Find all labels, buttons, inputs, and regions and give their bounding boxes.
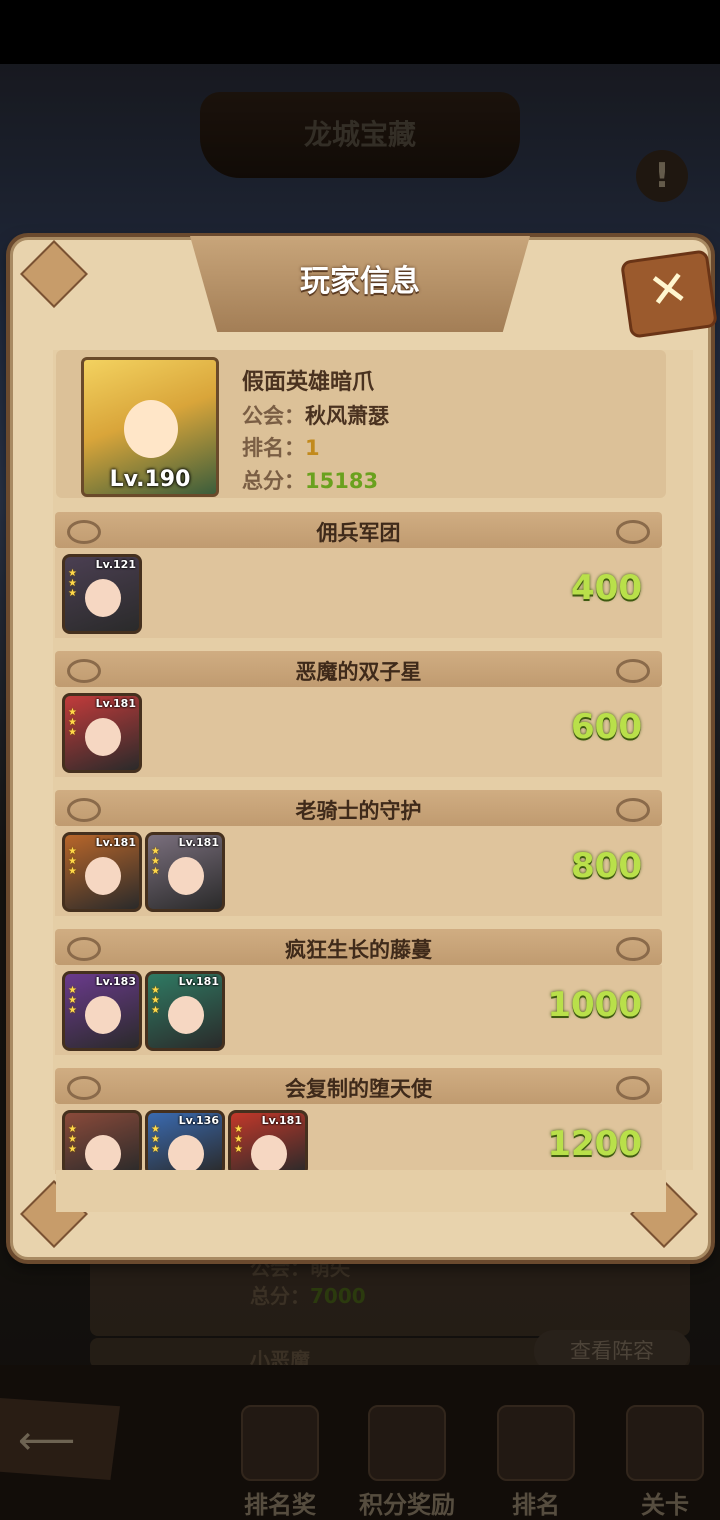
avatar-level: Lv.190 (109, 467, 191, 492)
star-icon: ★ ★ ★ (68, 846, 77, 877)
star-icon: ★ ★ ★ (68, 985, 77, 1016)
hero-portrait[interactable]: ★ ★ ★ Lv.183 (62, 971, 142, 1051)
hero-face (85, 996, 121, 1034)
player-name: 假面英雄暗爪 (242, 370, 375, 395)
hero-portrait[interactable]: ★ ★ ★ Lv.136 (145, 1110, 225, 1176)
hero-portrait[interactable]: ★ ★ ★ Lv.181 (228, 1110, 308, 1176)
star-icon: ★ ★ ★ (151, 846, 160, 877)
hero-level: Lv.181 (95, 697, 136, 710)
star-icon: ★ ★ ★ (68, 1124, 77, 1155)
star-icon: ★ ★ ★ (234, 1124, 243, 1155)
list-bottom-edge (56, 1170, 666, 1212)
hero-portrait[interactable]: ★ ★ ★ Lv.181 (145, 832, 225, 912)
hero-face (85, 579, 121, 617)
section-score: 800 (571, 846, 642, 886)
section-title: 老骑士的守护 (295, 799, 422, 823)
hero-portrait[interactable]: ★ ★ ★ Lv.181 (62, 693, 142, 773)
section-header: 佣兵军团 (55, 512, 662, 548)
hero-face (85, 718, 121, 756)
star-icon: ★ ★ ★ (68, 568, 77, 599)
panel-header: 玩家信息 (190, 236, 530, 332)
ornament-icon (616, 798, 650, 822)
section-header: 疯狂生长的藤蔓 (55, 929, 662, 965)
star-icon: ★ ★ ★ (151, 1124, 160, 1155)
player-score: 总分：15183 (242, 469, 379, 493)
section-score: 600 (571, 707, 642, 747)
player-avatar: Lv.190 (81, 357, 219, 497)
section-score: 1000 (547, 985, 642, 1025)
hero-level: Lv.181 (95, 836, 136, 849)
hero-portrait[interactable]: ★ ★ ★ Lv.181 (145, 971, 225, 1051)
section-title: 恶魔的双子星 (295, 660, 422, 684)
ornament-icon (616, 937, 650, 961)
hero-level: Lv.121 (95, 558, 136, 571)
star-icon: ★ ★ ★ (68, 707, 77, 738)
ornament-icon (616, 1076, 650, 1100)
section-title: 疯狂生长的藤蔓 (285, 938, 432, 962)
hero-face (168, 996, 204, 1034)
hero-face (168, 857, 204, 895)
hero-level: Lv.183 (95, 975, 136, 988)
ornament-icon (616, 520, 650, 544)
panel-title: 玩家信息 (300, 264, 420, 299)
status-bar (0, 0, 720, 64)
star-icon: ★ ★ ★ (151, 985, 160, 1016)
hero-face (85, 1135, 121, 1173)
section-score: 400 (571, 568, 642, 608)
section-header: 会复制的堕天使 (55, 1068, 662, 1104)
hero-portrait[interactable]: ★ ★ ★ Lv.181 (62, 832, 142, 912)
section-score: 1200 (547, 1124, 642, 1164)
close-button[interactable]: ✕ (620, 249, 718, 339)
section-header: 老骑士的守护 (55, 790, 662, 826)
section-title: 会复制的堕天使 (285, 1077, 432, 1101)
hero-portrait[interactable]: ★ ★ ★ Lv.121 (62, 554, 142, 634)
ornament-icon (616, 659, 650, 683)
hero-level: Lv.181 (178, 975, 219, 988)
hero-portrait[interactable]: ★ ★ ★ (62, 1110, 142, 1176)
player-rank: 排名：1 (242, 436, 320, 460)
hero-face (85, 857, 121, 895)
hero-face (168, 1135, 204, 1173)
hero-face (251, 1135, 287, 1173)
avatar-face (124, 400, 178, 458)
section-header: 恶魔的双子星 (55, 651, 662, 687)
hero-level: Lv.181 (178, 836, 219, 849)
player-guild: 公会：秋风萧瑟 (242, 404, 389, 428)
close-x-icon: ✕ (644, 259, 693, 321)
hero-level: Lv.181 (261, 1114, 302, 1127)
section-title: 佣兵军团 (316, 521, 401, 545)
hero-level: Lv.136 (178, 1114, 219, 1127)
